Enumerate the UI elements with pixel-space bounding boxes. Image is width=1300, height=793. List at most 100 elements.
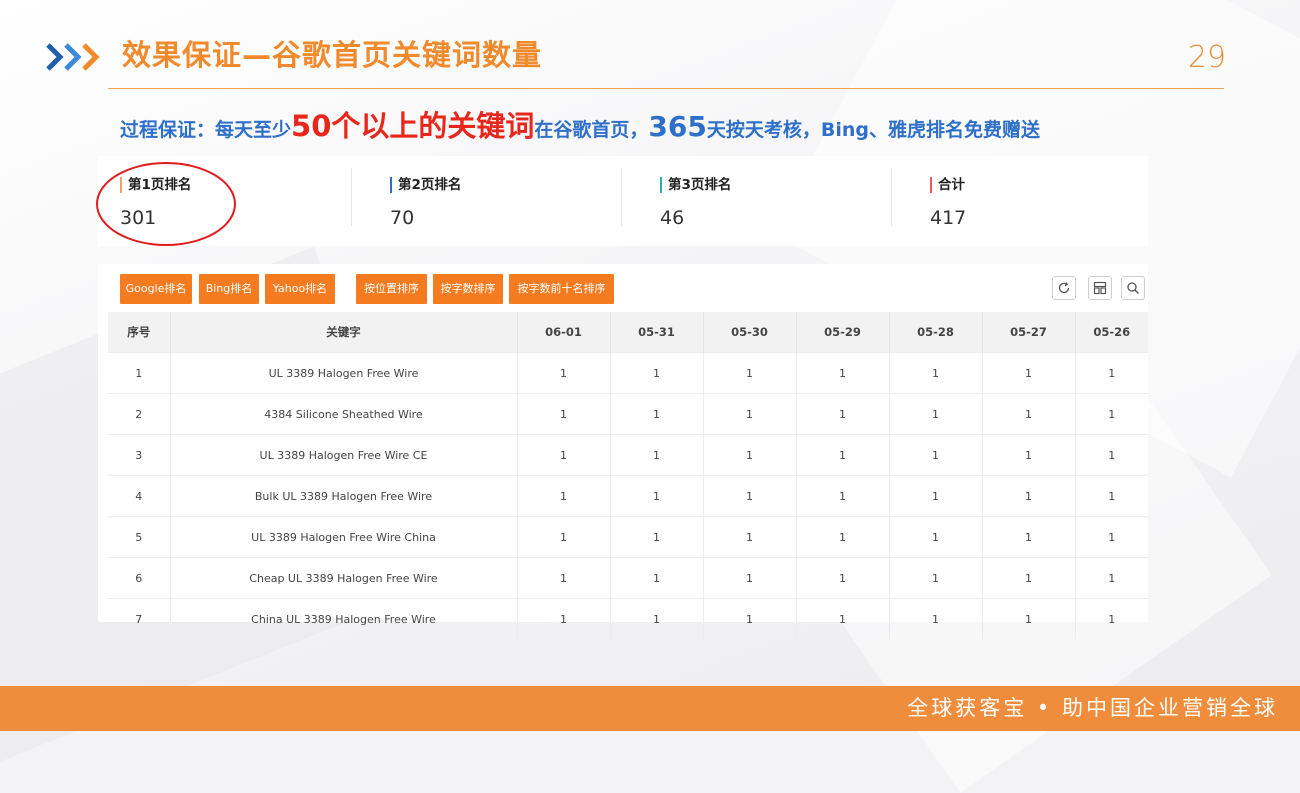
stat-divider — [891, 168, 892, 226]
stat-value: 417 — [930, 207, 967, 229]
column-header[interactable]: 05-26 — [1075, 312, 1148, 353]
table-cell: 1 — [703, 434, 797, 476]
table-header-row: 序号 关键字 06-01 05-31 05-30 05-29 05-28 05-… — [108, 312, 1148, 353]
table-cell: 4 — [108, 475, 171, 517]
page-title: 效果保证—谷歌首页关键词数量 — [122, 38, 543, 72]
title-divider — [108, 88, 1224, 89]
table-cell: 1 — [610, 557, 704, 599]
stat-divider — [621, 168, 622, 226]
table-cell: 1 — [796, 516, 890, 558]
stat-value: 46 — [660, 207, 685, 229]
stat-value: 70 — [390, 207, 415, 229]
columns-button[interactable] — [1088, 276, 1112, 300]
table-cell: 1 — [889, 434, 983, 476]
table-cell: Bulk UL 3389 Halogen Free Wire — [170, 475, 518, 517]
table-cell: 1 — [796, 393, 890, 435]
table-cell: 1 — [889, 598, 983, 639]
table-cell: 1 — [517, 516, 611, 558]
stat-label: 第3页排名 — [660, 177, 731, 193]
highlight-circle — [96, 162, 236, 246]
footer-slogan: 全球获客宝 • 助中国企业营销全球 — [907, 696, 1278, 720]
table-cell: 1 — [1075, 598, 1148, 639]
table-cell: 1 — [889, 393, 983, 435]
table-cell: 1 — [703, 352, 797, 394]
table-cell: 1 — [796, 352, 890, 394]
table-row: 1 UL 3389 Halogen Free Wire 1 1 1 1 1 1 … — [108, 352, 1148, 394]
table-cell: 6 — [108, 557, 171, 599]
search-icon — [1127, 282, 1139, 294]
table-cell: 1 — [703, 557, 797, 599]
table-cell: 5 — [108, 516, 171, 558]
search-button[interactable] — [1121, 276, 1145, 300]
table-cell: 1 — [796, 557, 890, 599]
columns-icon — [1093, 281, 1107, 295]
column-header[interactable]: 05-31 — [610, 312, 704, 353]
column-header[interactable]: 05-30 — [703, 312, 797, 353]
table-cell: 1 — [108, 352, 171, 394]
column-header[interactable]: 05-28 — [889, 312, 983, 353]
chevrons-icon — [46, 43, 100, 71]
table-cell: China UL 3389 Halogen Free Wire — [170, 598, 518, 639]
table-cell: 1 — [982, 352, 1076, 394]
table-row: 6 Cheap UL 3389 Halogen Free Wire 1 1 1 … — [108, 557, 1148, 599]
ranking-table: 序号 关键字 06-01 05-31 05-30 05-29 05-28 05-… — [108, 312, 1148, 639]
table-cell: 1 — [982, 516, 1076, 558]
sort-by-position-button[interactable]: 按位置排序 — [356, 274, 427, 304]
table-cell: 1 — [610, 393, 704, 435]
table-row: 5 UL 3389 Halogen Free Wire China 1 1 1 … — [108, 516, 1148, 558]
table-cell: 1 — [703, 516, 797, 558]
table-cell: 1 — [796, 598, 890, 639]
table-cell: 1 — [889, 475, 983, 517]
column-header[interactable]: 05-27 — [982, 312, 1076, 353]
column-header[interactable]: 05-29 — [796, 312, 890, 353]
subtitle-highlight: 50个以上的关键词 — [291, 109, 535, 143]
table-cell: 1 — [1075, 352, 1148, 394]
refresh-button[interactable] — [1052, 276, 1076, 300]
title-bar: 效果保证—谷歌首页关键词数量 29 — [46, 36, 1226, 88]
table-cell: 1 — [889, 516, 983, 558]
table-cell: 1 — [610, 434, 704, 476]
table-cell: 7 — [108, 598, 171, 639]
stat-page2: 第2页排名 70 — [368, 156, 638, 246]
table-cell: 1 — [982, 393, 1076, 435]
table-cell: 1 — [703, 475, 797, 517]
subtitle: 过程保证：每天至少50个以上的关键词在谷歌首页，365天按天考核，Bing、雅虎… — [120, 106, 1040, 150]
sort-top10-button[interactable]: 按字数前十名排序 — [509, 274, 614, 304]
google-rank-button[interactable]: Google排名 — [120, 274, 192, 304]
stats-card: 第1页排名 301 第2页排名 70 第3页排名 46 合计 417 — [98, 156, 1148, 246]
table-cell: 2 — [108, 393, 171, 435]
table-cell: 1 — [517, 352, 611, 394]
bing-rank-button[interactable]: Bing排名 — [199, 274, 259, 304]
ranking-table-card: Google排名 Bing排名 Yahoo排名 按位置排序 按字数排序 按字数前… — [98, 264, 1148, 639]
table-cell: 1 — [1075, 475, 1148, 517]
subtitle-days: 365 — [648, 110, 707, 143]
yahoo-rank-button[interactable]: Yahoo排名 — [265, 274, 335, 304]
column-header[interactable]: 关键字 — [170, 312, 518, 353]
page-number: 29 — [1187, 40, 1226, 75]
stat-page3: 第3页排名 46 — [638, 156, 908, 246]
table-cell: 1 — [1075, 434, 1148, 476]
table-cell: 1 — [610, 516, 704, 558]
table-row: 2 4384 Silicone Sheathed Wire 1 1 1 1 1 … — [108, 393, 1148, 435]
subtitle-part1: 过程保证：每天至少 — [120, 119, 292, 141]
column-header[interactable]: 06-01 — [517, 312, 611, 353]
stat-label: 合计 — [930, 177, 965, 193]
stat-label: 第2页排名 — [390, 177, 461, 193]
table-cell: 4384 Silicone Sheathed Wire — [170, 393, 518, 435]
table-cell: 1 — [796, 475, 890, 517]
table-cell: Cheap UL 3389 Halogen Free Wire — [170, 557, 518, 599]
table-cell: UL 3389 Halogen Free Wire — [170, 352, 518, 394]
table-cell: 3 — [108, 434, 171, 476]
table-cell: 1 — [982, 475, 1076, 517]
stat-total: 合计 417 — [908, 156, 1178, 246]
table-cell: 1 — [982, 557, 1076, 599]
table-cell: 1 — [610, 352, 704, 394]
sort-by-length-button[interactable]: 按字数排序 — [433, 274, 503, 304]
table-cell: 1 — [1075, 393, 1148, 435]
table-cell: 1 — [982, 598, 1076, 639]
refresh-icon — [1058, 282, 1070, 294]
column-header[interactable]: 序号 — [108, 312, 171, 353]
stat-divider — [351, 168, 352, 226]
table-cell: 1 — [889, 557, 983, 599]
table-cell: 1 — [703, 393, 797, 435]
